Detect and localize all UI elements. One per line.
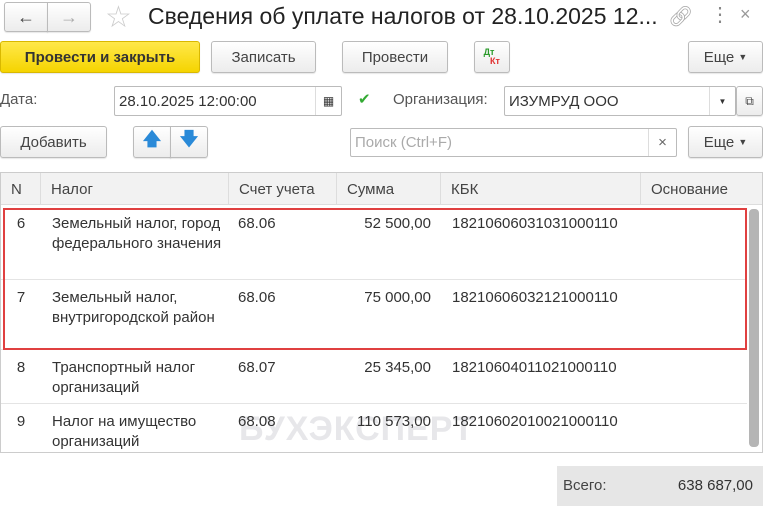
post-and-close-button[interactable]: Провести и закрыть (0, 41, 200, 73)
table-row[interactable]: 9 Налог на имущество организаций 68.08 110 … (1, 404, 747, 452)
account-number: 68.07 (238, 359, 276, 376)
window-title: Сведения об уплате налогов от 28.10.2025… (148, 3, 658, 29)
dropdown-arrow-icon: ▼ (738, 52, 748, 62)
column-header-basis[interactable]: Основание (641, 173, 749, 205)
kbk-code: 18210602010021000110 (452, 413, 618, 430)
row-number: 9 (16, 413, 26, 430)
taxes-table: N Налог Счет учета Сумма КБК Основание Б… (0, 172, 763, 453)
total-panel: Всего: 638 687,00 (557, 466, 763, 506)
table-row[interactable]: 8 Транспортный налог организаций 68.07 25 3… (1, 350, 747, 404)
add-button[interactable]: Добавить (0, 126, 107, 158)
search-placeholder: Поиск (Ctrl+F) (355, 134, 452, 151)
link-icon[interactable]: 🔗︎ (668, 4, 693, 29)
organization-value: ИЗУМРУД ООО (509, 92, 619, 110)
highlight-frame (3, 208, 747, 350)
document-check-icon: ✔ (358, 91, 371, 108)
column-header-sum[interactable]: Сумма (337, 173, 441, 205)
sum-value: 25 345,00 (364, 359, 431, 376)
column-header-tax[interactable]: Налог (41, 173, 229, 205)
date-value: 28.10.2025 12:00:00 (119, 92, 257, 110)
back-button[interactable]: ← (4, 2, 48, 32)
search-input[interactable]: Поиск (Ctrl+F) × (350, 128, 677, 157)
table-header: N Налог Счет учета Сумма КБК Основание (1, 173, 762, 205)
total-value: 638 687,00 (677, 477, 753, 494)
forward-button[interactable]: → (47, 2, 91, 32)
date-label: Дата: (0, 91, 38, 108)
post-button[interactable]: Провести (342, 41, 448, 73)
dt-kt-button[interactable]: Дт Кт (474, 41, 510, 73)
organization-label: Организация: (393, 91, 488, 108)
table-more-button[interactable]: Еще ▼ (688, 126, 763, 158)
column-header-kbk[interactable]: КБК (441, 173, 641, 205)
account-number: 68.08 (238, 413, 276, 430)
dropdown-arrow-icon[interactable]: ▼ (709, 87, 735, 115)
total-label: Всего: (563, 477, 607, 494)
row-number: 8 (16, 359, 26, 376)
column-header-n[interactable]: N (1, 173, 41, 205)
tax-name: Налог на имущество организаций (52, 413, 197, 450)
save-button[interactable]: Записать (211, 41, 316, 73)
dropdown-arrow-icon: ▼ (738, 137, 748, 147)
more-menu-icon[interactable]: ⋮ (710, 2, 730, 27)
more-label: Еще (703, 48, 735, 66)
kbk-code: 18210604011021000110 (452, 359, 617, 376)
tax-name: Транспортный налог организаций (52, 359, 196, 396)
open-organization-button[interactable]: ⧉ (736, 86, 763, 116)
clear-search-button[interactable]: × (648, 129, 676, 156)
move-up-button[interactable]: 🡅 (133, 126, 171, 158)
more-label: Еще (703, 133, 735, 151)
kt-label: Кт (490, 56, 500, 66)
favorite-star-icon[interactable]: ☆ (105, 0, 132, 35)
scrollbar[interactable] (749, 209, 759, 447)
organization-field[interactable]: ИЗУМРУД ООО ▼ (504, 86, 736, 116)
more-button[interactable]: Еще ▼ (688, 41, 763, 73)
calendar-icon[interactable]: ▦ (315, 87, 341, 115)
sum-value: 110 573,00 (357, 413, 431, 430)
column-header-account[interactable]: Счет учета (229, 173, 337, 205)
close-icon[interactable]: × (740, 4, 751, 25)
date-field[interactable]: 28.10.2025 12:00:00 ▦ (114, 86, 342, 116)
move-down-button[interactable]: 🡇 (170, 126, 208, 158)
